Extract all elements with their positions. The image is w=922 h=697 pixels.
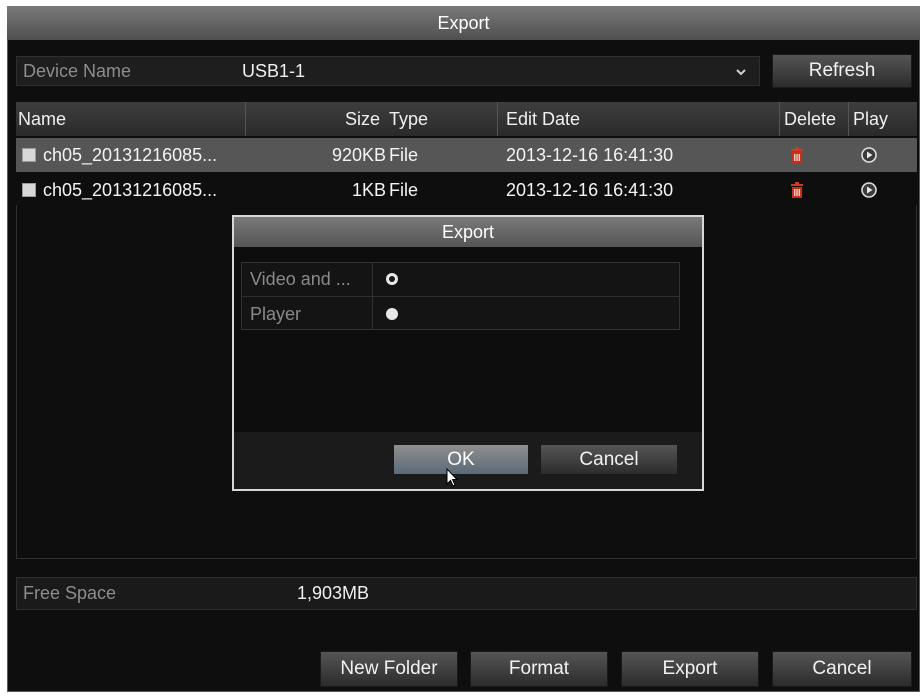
play-icon[interactable]	[861, 182, 877, 198]
new-folder-button[interactable]: New Folder	[320, 651, 458, 687]
export-button[interactable]: Export	[621, 651, 759, 687]
mouse-cursor-icon	[446, 468, 458, 487]
free-space-value: 1,903MB	[297, 583, 370, 603]
header-delete: Delete	[784, 109, 837, 129]
delete-icon[interactable]	[790, 182, 804, 198]
option-video-label: Video and ...	[250, 269, 351, 289]
file-name: ch05_20131216085...	[43, 180, 218, 200]
header-name[interactable]: Name	[18, 102, 66, 136]
option-divider	[372, 262, 373, 330]
file-edit-date: 2013-12-16 16:41:30	[506, 145, 674, 165]
free-space-label: Free Space	[23, 583, 117, 603]
delete-icon[interactable]	[790, 147, 804, 163]
column-divider	[779, 102, 780, 136]
dialog-cancel-button[interactable]: Cancel	[540, 444, 678, 475]
file-table-header	[16, 102, 917, 136]
header-play: Play	[853, 109, 889, 129]
refresh-button[interactable]: Refresh	[772, 54, 912, 88]
file-type: File	[389, 145, 419, 165]
file-size: 920KB	[331, 145, 386, 165]
file-icon	[22, 148, 36, 162]
file-edit-date: 2013-12-16 16:41:30	[506, 180, 674, 200]
cancel-button[interactable]: Cancel	[772, 651, 912, 687]
radio-video[interactable]	[386, 273, 398, 285]
chevron-down-icon[interactable]	[735, 66, 747, 78]
option-divider	[241, 296, 680, 297]
format-button[interactable]: Format	[470, 651, 608, 687]
header-edit-date[interactable]: Edit Date	[506, 102, 580, 136]
file-size: 1KB	[351, 180, 386, 200]
column-divider	[245, 102, 246, 136]
free-space-field	[16, 577, 917, 610]
file-name: ch05_20131216085...	[43, 145, 218, 165]
column-divider	[848, 102, 849, 136]
device-name-value[interactable]: USB1-1	[242, 56, 305, 86]
header-type[interactable]: Type	[389, 102, 428, 136]
header-size[interactable]: Size	[345, 102, 380, 136]
ok-button[interactable]: OK	[393, 444, 529, 475]
play-icon[interactable]	[861, 147, 877, 163]
radio-player[interactable]	[386, 308, 398, 320]
file-icon	[22, 183, 36, 197]
window-title: Export	[7, 6, 920, 40]
file-type: File	[389, 180, 419, 200]
column-divider	[497, 102, 498, 136]
option-player-label: Player	[250, 304, 302, 324]
device-name-label: Device Name	[23, 61, 132, 81]
dialog-title: Export	[234, 217, 702, 247]
